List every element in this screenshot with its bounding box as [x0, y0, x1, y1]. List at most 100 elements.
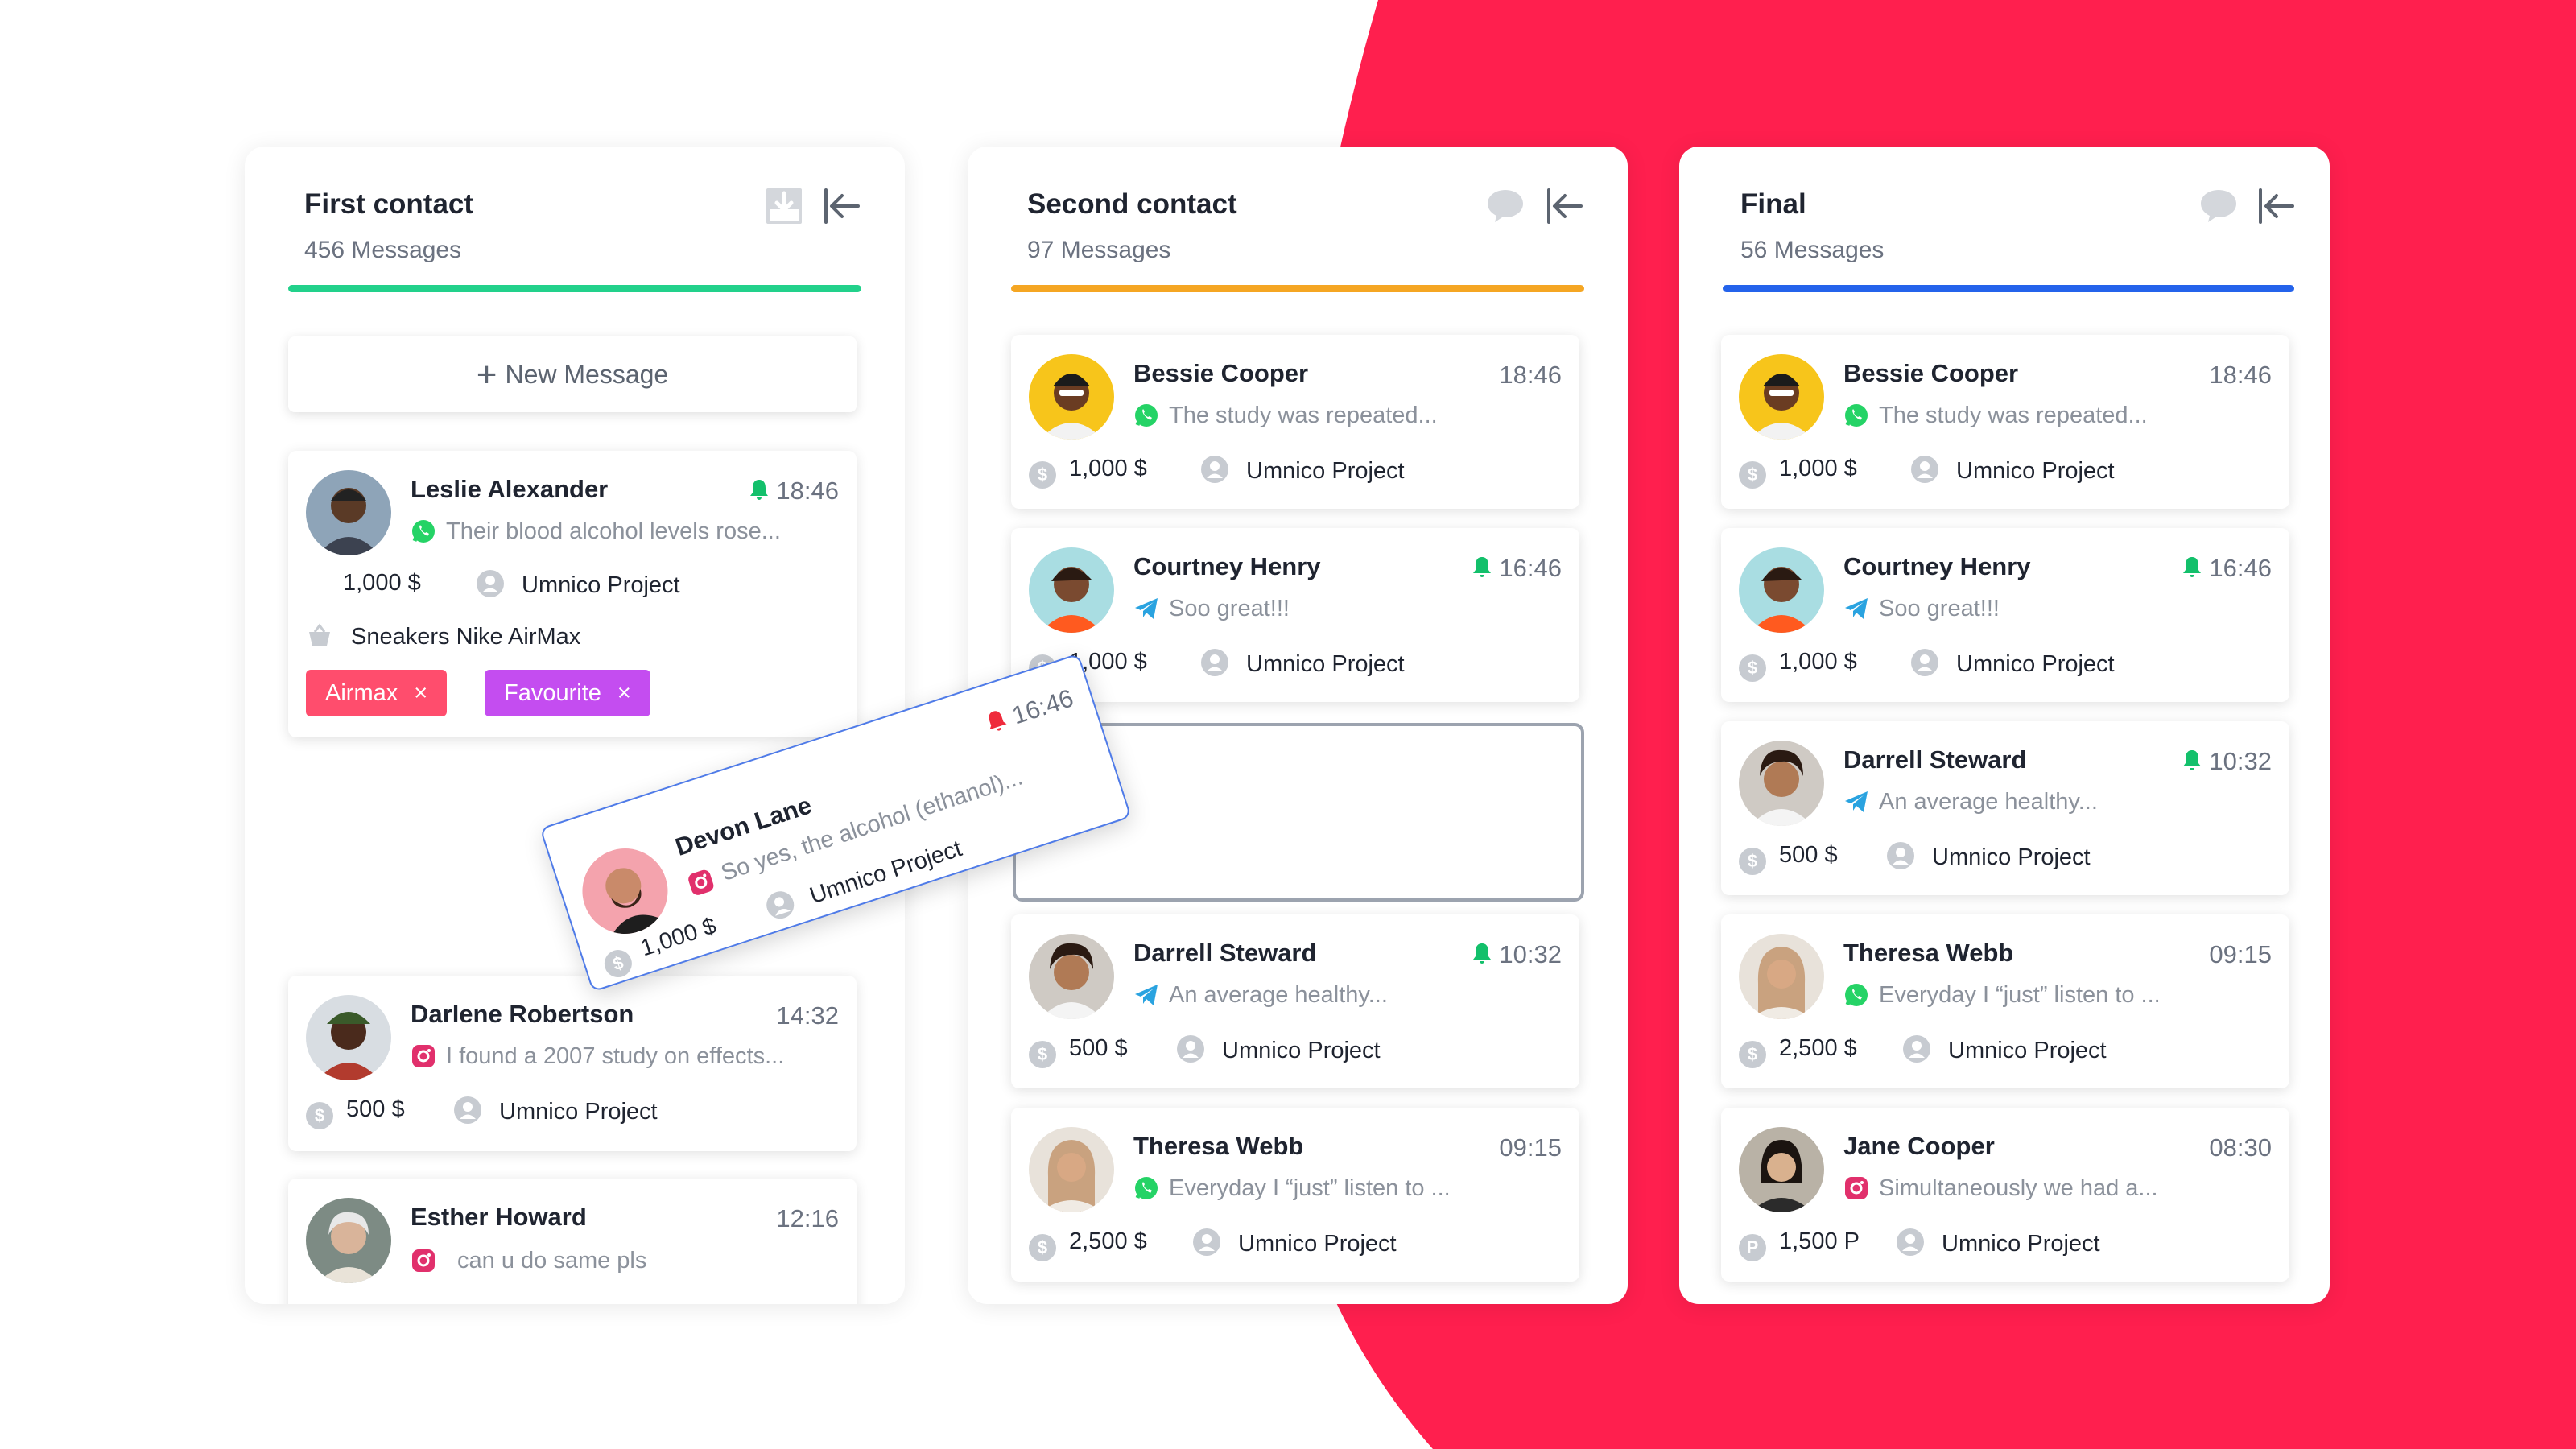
- column-final: Final 56 Messages Bessie Cooper 18:46 Th…: [1679, 147, 2330, 1304]
- whatsapp-icon: [1135, 404, 1158, 427]
- contact-name: Leslie Alexander: [411, 475, 609, 503]
- coin-icon: $: [1029, 1041, 1056, 1068]
- avatar: [1029, 354, 1114, 440]
- collapse-icon[interactable]: [1544, 185, 1586, 227]
- close-icon[interactable]: ×: [617, 680, 631, 706]
- coin-icon: $: [1029, 461, 1056, 489]
- project-field: Umnico Project: [477, 570, 680, 599]
- person-icon: [1177, 1035, 1204, 1063]
- whatsapp-icon: [412, 520, 435, 543]
- contact-name: Bessie Cooper: [1133, 359, 1309, 387]
- project-field: Umnico Project: [1911, 649, 2115, 678]
- person-icon: [454, 1096, 481, 1124]
- collapse-icon[interactable]: [2256, 185, 2297, 227]
- contact-name: Darrell Steward: [1843, 745, 2027, 774]
- person-icon: [1911, 456, 1938, 483]
- project-field: Umnico Project: [1897, 1228, 2100, 1257]
- message-preview: Simultaneously we had a...: [1879, 1175, 2158, 1201]
- contact-name: Courtney Henry: [1843, 552, 2031, 580]
- message-time: 16:46: [981, 683, 1077, 739]
- project-field: Umnico Project: [1903, 1035, 2107, 1064]
- person-icon: [1201, 456, 1228, 483]
- coin-icon: $: [1739, 848, 1766, 875]
- contact-card[interactable]: Courtney Henry 16:46 Soo great!!! $1,000…: [1011, 528, 1579, 702]
- contact-name: Darrell Steward: [1133, 939, 1317, 967]
- download-icon[interactable]: [763, 185, 805, 227]
- coin-icon: $: [1739, 461, 1766, 489]
- project-field: Umnico Project: [1201, 649, 1405, 678]
- contact-card[interactable]: Bessie Cooper 18:46 The study was repeat…: [1011, 335, 1579, 509]
- contact-card[interactable]: Theresa Webb 09:15 Everyday I “just” lis…: [1721, 914, 2289, 1088]
- person-icon: [1887, 842, 1914, 869]
- message-preview: An average healthy...: [1879, 789, 2098, 815]
- deal-amount: $1,000 $: [1029, 456, 1147, 489]
- column-title: Second contact: [1027, 188, 1237, 220]
- message-preview: The study was repeated...: [1879, 402, 2148, 428]
- contact-card[interactable]: Darrell Steward 10:32 An average healthy…: [1721, 721, 2289, 895]
- tag-list: Airmax × Favourite ×: [306, 670, 837, 716]
- person-icon: [1903, 1035, 1930, 1063]
- contact-card[interactable]: Courtney Henry 16:46 Soo great!!! $1,000…: [1721, 528, 2289, 702]
- message-time: 18:46: [747, 477, 839, 506]
- contact-card[interactable]: Jane Cooper 08:30 Simultaneously we had …: [1721, 1108, 2289, 1282]
- instagram-icon: [412, 1249, 435, 1272]
- deal-amount: $1,000 $: [1739, 456, 1857, 489]
- contact-name: Darlene Robertson: [411, 1000, 634, 1028]
- avatar: [1739, 1127, 1824, 1212]
- telegram-icon: [1135, 598, 1158, 619]
- column-progress-bar: [1723, 285, 2294, 292]
- project-field: Umnico Project: [454, 1096, 658, 1125]
- new-message-button[interactable]: + New Message: [288, 336, 857, 412]
- instagram-icon: [1845, 1177, 1868, 1199]
- new-message-label: New Message: [505, 360, 669, 389]
- collapse-icon[interactable]: [821, 185, 863, 227]
- avatar: [306, 1198, 391, 1283]
- deal-amount: $1,000 $: [1739, 649, 1857, 682]
- contact-name: Courtney Henry: [1133, 552, 1321, 580]
- close-icon[interactable]: ×: [414, 680, 427, 706]
- message-time: 08:30: [2209, 1133, 2272, 1162]
- message-preview: The study was repeated...: [1169, 402, 1438, 428]
- contact-card[interactable]: Darlene Robertson 14:32 I found a 2007 s…: [288, 976, 857, 1151]
- contact-card[interactable]: Esther Howard 12:16 can u do same pls: [288, 1179, 857, 1304]
- deal-amount: $500 $: [1029, 1035, 1128, 1068]
- bell-icon: [989, 711, 1007, 731]
- message-preview: I found a 2007 study on effects...: [446, 1043, 785, 1069]
- message-time: 12:16: [776, 1204, 839, 1232]
- message-preview: Everyday I “just” listen to ...: [1879, 982, 2161, 1008]
- deal-amount: $500 $: [306, 1096, 405, 1129]
- project-field: Umnico Project: [1911, 456, 2115, 485]
- whatsapp-icon: [1845, 404, 1868, 427]
- instagram-icon: [688, 869, 714, 895]
- message-time: 10:32: [1470, 940, 1562, 969]
- chat-bubble-icon[interactable]: [2198, 185, 2240, 227]
- tag-favourite[interactable]: Favourite ×: [485, 670, 650, 716]
- contact-name: Theresa Webb: [1133, 1132, 1304, 1160]
- avatar: [1739, 741, 1824, 826]
- tag-airmax[interactable]: Airmax ×: [306, 670, 448, 716]
- person-icon: [477, 570, 504, 597]
- plus-icon: +: [476, 355, 497, 394]
- message-preview: Their blood alcohol levels rose...: [446, 518, 781, 544]
- contact-card[interactable]: Leslie Alexander 18:46 Their blood alcoh…: [288, 451, 857, 737]
- coin-icon: P: [1739, 1234, 1766, 1261]
- avatar: [1739, 547, 1824, 633]
- chat-bubble-icon[interactable]: [1484, 185, 1526, 227]
- message-time: 09:15: [2209, 940, 2272, 968]
- coin-icon: $: [1739, 654, 1766, 682]
- contact-name: Bessie Cooper: [1843, 359, 2019, 387]
- project-field: Umnico Project: [1177, 1035, 1381, 1064]
- contact-card[interactable]: Bessie Cooper 18:46 The study was repeat…: [1721, 335, 2289, 509]
- avatar: [1739, 934, 1824, 1019]
- deal-amount: $2,500 $: [1739, 1035, 1857, 1068]
- message-time: 18:46: [1499, 361, 1562, 389]
- contact-name: Jane Cooper: [1843, 1132, 1995, 1160]
- contact-card[interactable]: Darrell Steward 10:32 An average healthy…: [1011, 914, 1579, 1088]
- deal-amount: P 1,500 P: [1739, 1228, 1860, 1261]
- column-progress-bar: [288, 285, 861, 292]
- message-time: 09:15: [1499, 1133, 1562, 1162]
- telegram-icon: [1845, 791, 1868, 812]
- column-progress-bar: [1011, 285, 1584, 292]
- project-field: Umnico Project: [1193, 1228, 1397, 1257]
- contact-card[interactable]: Theresa Webb 09:15 Everyday I “just” lis…: [1011, 1108, 1579, 1282]
